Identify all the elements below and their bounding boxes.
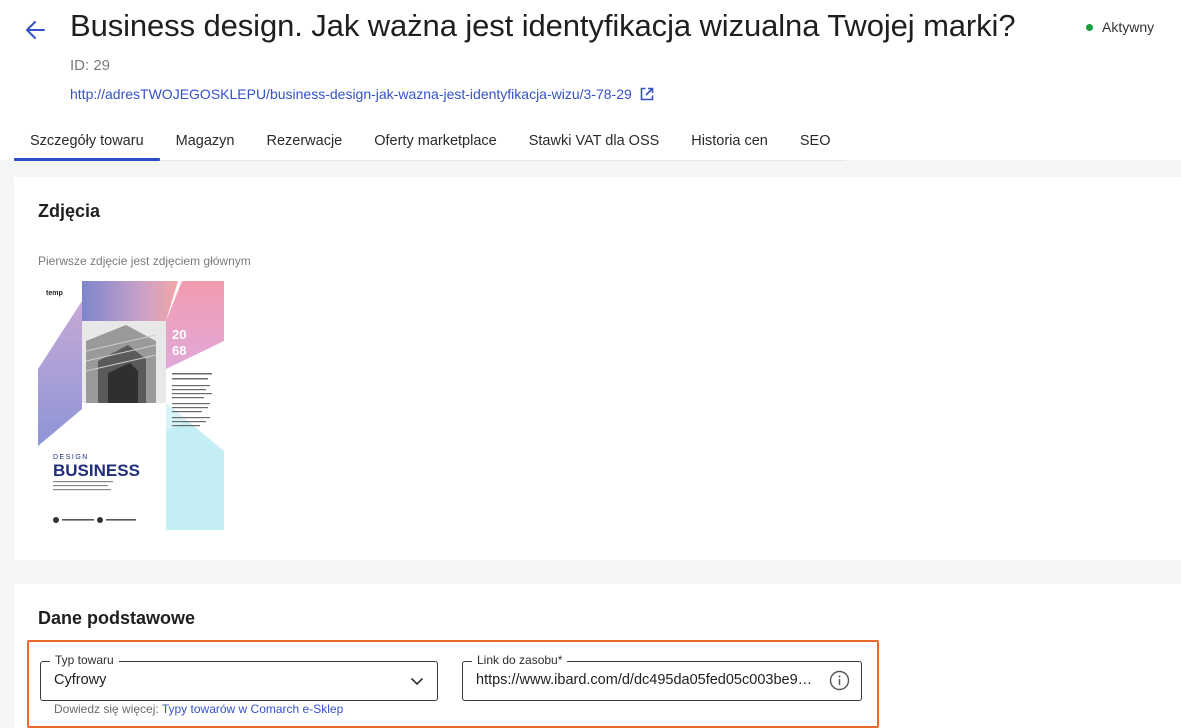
photos-hint: Pierwsze zdjęcie jest zdjęciem głównym [38,254,251,268]
product-url-row: http://adresTWOJEGOSKLEPU/business-desig… [70,86,655,102]
resource-link-value[interactable]: https://www.ibard.com/d/dc495da05fed05c0… [476,672,816,688]
external-link-icon[interactable] [639,86,655,102]
help-prefix: Dowiedz się więcej: [54,702,159,716]
product-photo-thumbnail[interactable]: temp 20 68 DESIGN BUSINESS [38,281,224,530]
back-arrow-icon[interactable] [22,16,50,44]
product-type-help: Dowiedz się więcej: Typy towarów w Comar… [54,702,343,716]
resource-link-label: Link do zasobu* [472,653,568,667]
tab-stock[interactable]: Magazyn [160,124,251,160]
status-label: Aktywny [1102,19,1155,35]
photos-section: Zdjęcia Pierwsze zdjęcie jest zdjęciem g… [14,177,1181,560]
tab-marketplace-offers[interactable]: Oferty marketplace [358,124,513,160]
product-id: ID: 29 [70,57,111,74]
product-tabs: Szczegóły towaru Magazyn Rezerwacje Ofer… [14,124,847,161]
info-icon[interactable] [829,670,850,691]
tab-oss-vat-rates[interactable]: Stawki VAT dla OSS [513,124,676,160]
tab-reservations[interactable]: Rezerwacje [250,124,358,160]
photos-heading: Zdjęcia [38,201,101,221]
product-type-label: Typ towaru [50,653,119,667]
cover-year-top: 20 [172,327,186,342]
product-cover-image: temp 20 68 DESIGN BUSINESS [38,281,224,530]
status-dot-icon [1086,23,1093,31]
resource-link-field[interactable]: Link do zasobu* https://www.ibard.com/d/… [462,653,862,701]
tab-seo[interactable]: SEO [784,124,847,160]
page-header: Business design. Jak ważna jest identyfi… [0,0,1181,161]
basic-data-heading: Dane podstawowe [38,608,196,628]
cover-title: BUSINESS [53,461,140,480]
product-type-select[interactable]: Typ towaru Cyfrowy [40,653,438,701]
cover-year-bottom: 68 [172,343,186,358]
cover-brand: temp [46,290,63,297]
cover-subtitle: DESIGN [53,454,89,461]
tab-price-history[interactable]: Historia cen [675,124,784,160]
product-type-value: Cyfrowy [54,672,107,688]
page-title: Business design. Jak ważna jest identyfi… [70,8,1016,43]
tab-product-details[interactable]: Szczegóły towaru [14,124,160,161]
status-badge: Aktywny [1086,19,1154,35]
product-url-link[interactable]: http://adresTWOJEGOSKLEPU/business-desig… [70,86,632,102]
product-types-help-link[interactable]: Typy towarów w Comarch e-Sklep [162,702,343,716]
chevron-down-icon[interactable] [409,673,425,689]
